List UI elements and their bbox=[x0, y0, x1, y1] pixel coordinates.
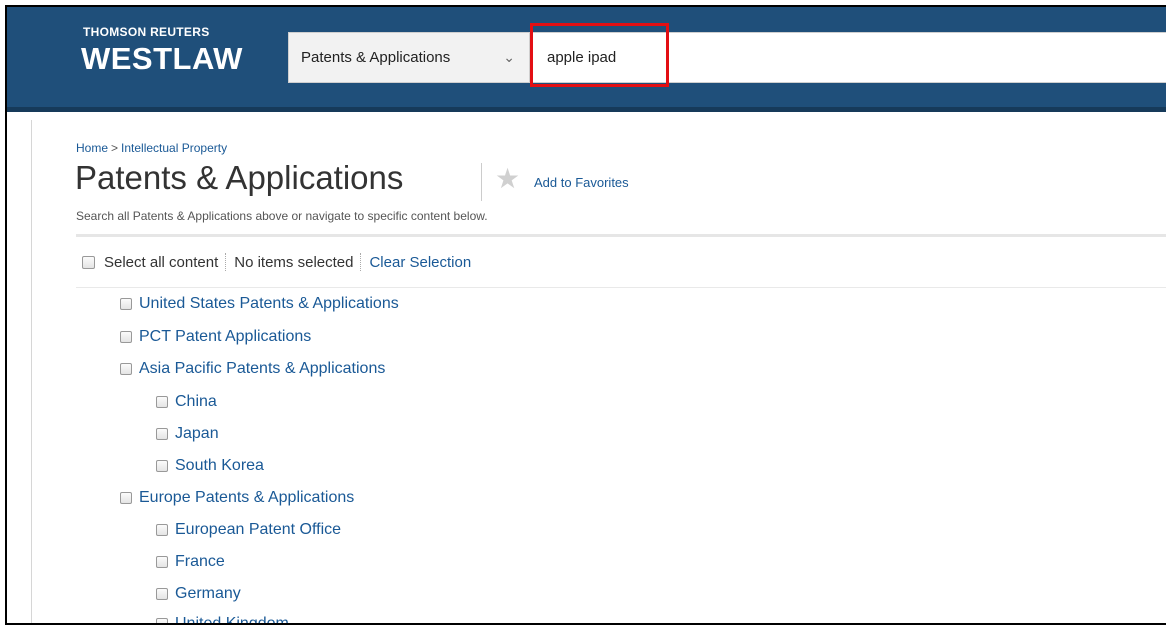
breadcrumb-home[interactable]: Home bbox=[76, 141, 108, 155]
clear-selection-link[interactable]: Clear Selection bbox=[369, 254, 471, 271]
list-divider bbox=[76, 287, 1166, 288]
tree-item[interactable]: China bbox=[156, 393, 217, 411]
section-divider bbox=[76, 234, 1166, 237]
header-bar: THOMSON REUTERS WESTLAW Patents & Applic… bbox=[7, 7, 1166, 112]
add-to-favorites-link[interactable]: Add to Favorites bbox=[534, 175, 629, 190]
tree-checkbox[interactable] bbox=[120, 492, 132, 504]
tree-checkbox[interactable] bbox=[156, 428, 168, 440]
tree-item[interactable]: South Korea bbox=[156, 457, 264, 475]
tree-checkbox[interactable] bbox=[120, 298, 132, 310]
tree-item-label[interactable]: Asia Pacific Patents & Applications bbox=[139, 360, 385, 378]
content-type-value: Patents & Applications bbox=[301, 49, 451, 66]
tree-item[interactable]: Germany bbox=[156, 585, 241, 603]
tree-checkbox[interactable] bbox=[156, 396, 168, 408]
browser-frame: THOMSON REUTERS WESTLAW Patents & Applic… bbox=[5, 5, 1166, 625]
tree-item[interactable]: Japan bbox=[156, 425, 219, 443]
content-type-select[interactable]: Patents & Applications ⌄ bbox=[288, 32, 530, 83]
tree-item[interactable]: France bbox=[156, 553, 225, 571]
tree-item-label[interactable]: United States Patents & Applications bbox=[139, 295, 399, 313]
page-subtitle: Search all Patents & Applications above … bbox=[76, 209, 488, 223]
tree-item-label[interactable]: Japan bbox=[175, 425, 219, 443]
tree-item-label[interactable]: Germany bbox=[175, 585, 241, 603]
tree-item-label[interactable]: China bbox=[175, 393, 217, 411]
tree-item[interactable]: United Kingdom bbox=[156, 615, 289, 623]
search-input[interactable] bbox=[530, 32, 1166, 83]
breadcrumb-current[interactable]: Intellectual Property bbox=[121, 141, 227, 155]
logo-publisher: THOMSON REUTERS bbox=[83, 25, 210, 39]
breadcrumb: Home > Intellectual Property bbox=[76, 141, 227, 155]
left-divider bbox=[31, 120, 32, 623]
select-all-checkbox[interactable] bbox=[82, 255, 95, 269]
bar-separator bbox=[225, 253, 227, 271]
page-title: Patents & Applications bbox=[75, 159, 404, 196]
bar-separator bbox=[360, 253, 362, 271]
tree-item-label[interactable]: South Korea bbox=[175, 457, 264, 475]
tree-item-label[interactable]: European Patent Office bbox=[175, 521, 341, 539]
tree-item-label[interactable]: United Kingdom bbox=[175, 615, 289, 623]
title-divider bbox=[481, 163, 482, 201]
tree-checkbox[interactable] bbox=[156, 588, 168, 600]
tree-checkbox[interactable] bbox=[156, 524, 168, 536]
tree-item[interactable]: Europe Patents & Applications bbox=[120, 489, 354, 507]
breadcrumb-separator: > bbox=[111, 141, 119, 155]
tree-item[interactable]: United States Patents & Applications bbox=[120, 295, 399, 313]
tree-checkbox[interactable] bbox=[120, 363, 132, 375]
tree-checkbox[interactable] bbox=[156, 618, 168, 623]
tree-checkbox[interactable] bbox=[156, 556, 168, 568]
selection-status: No items selected bbox=[234, 253, 354, 271]
tree-item-label[interactable]: PCT Patent Applications bbox=[139, 328, 311, 346]
westlaw-logo[interactable]: WESTLAW bbox=[81, 41, 243, 77]
tree-item[interactable]: PCT Patent Applications bbox=[120, 328, 311, 346]
star-icon[interactable]: ★ bbox=[495, 165, 520, 193]
tree-checkbox[interactable] bbox=[120, 331, 132, 343]
tree-item-label[interactable]: Europe Patents & Applications bbox=[139, 489, 354, 507]
tree-item[interactable]: Asia Pacific Patents & Applications bbox=[120, 360, 385, 378]
tree-item[interactable]: European Patent Office bbox=[156, 521, 341, 539]
chevron-down-icon: ⌄ bbox=[503, 49, 515, 65]
tree-item-label[interactable]: France bbox=[175, 553, 225, 571]
selection-bar: Select all content No items selected Cle… bbox=[82, 253, 471, 271]
tree-checkbox[interactable] bbox=[156, 460, 168, 472]
select-all-label[interactable]: Select all content bbox=[104, 254, 218, 271]
